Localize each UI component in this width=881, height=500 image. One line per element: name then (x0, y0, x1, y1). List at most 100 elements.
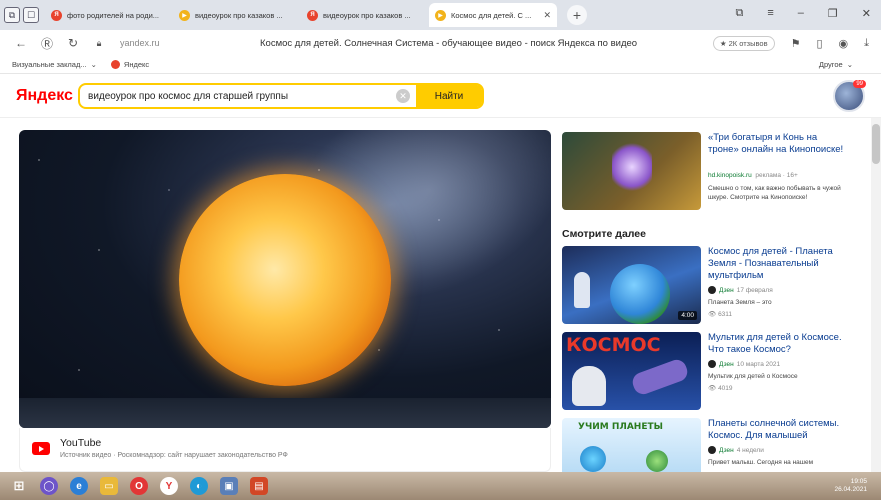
page-title[interactable]: Космос для детей. Солнечная Система - об… (250, 38, 713, 49)
zen-icon (708, 360, 716, 368)
extension-icon[interactable]: ◉ (839, 37, 849, 50)
clock-time: 19:05 (850, 478, 867, 485)
bookmark-visual[interactable]: Визуальные заклад... ⌄ (12, 60, 97, 69)
bookmark-label: Визуальные заклад... (12, 60, 87, 69)
bookmark-label: Яндекс (123, 60, 150, 69)
chevron-down-icon: ⌄ (90, 60, 97, 69)
tab-1[interactable]: Я фото родителей на роди... (45, 3, 169, 27)
video-channel: Дзен 4 недели (708, 446, 764, 454)
cortana-icon[interactable]: ◯ (40, 477, 58, 495)
bookmark-icon[interactable]: ⚑ (791, 37, 801, 50)
address-tools: ⚑ ▯ ◉ ⤓ (791, 37, 869, 50)
search-button[interactable]: Найти (416, 85, 482, 107)
reviews-badge[interactable]: ★ 2К отзывов (712, 35, 775, 51)
video-date: 4 недели (736, 446, 764, 454)
ad-domain[interactable]: hd.kinopoisk.ru (708, 172, 752, 179)
scrollbar-thumb[interactable] (872, 124, 880, 164)
source-note: Источник видео · Роскомнадзор: сайт нару… (60, 452, 288, 459)
tab-list-icon[interactable]: ⧉ (4, 7, 20, 23)
new-tab-button[interactable]: + (567, 5, 587, 25)
yandex-logo[interactable]: Яндекс (16, 87, 73, 105)
search-header: Яндекс ✕ Найти 99 (0, 74, 881, 118)
zen-icon (708, 286, 716, 294)
channel-name[interactable]: Дзен (719, 361, 734, 368)
video-views: 👁︎ 4019 (708, 385, 733, 392)
astronaut-image (572, 366, 606, 406)
ad-title[interactable]: «Три богатыря и Конь на троне» онлайн на… (708, 132, 848, 156)
source-name[interactable]: YouTube (60, 437, 101, 449)
tab-title: видеоурок про казаков ... (195, 10, 283, 20)
view-count: 6311 (718, 311, 733, 318)
tab-title: видеоурок про казаков ... (323, 10, 411, 20)
tab-3[interactable]: Я видеоурок про казаков ... (301, 3, 425, 27)
bookmarks-bar: Визуальные заклад... ⌄ Яндекс Другое ⌄ (0, 56, 881, 74)
edge-icon[interactable]: e (70, 477, 88, 495)
video-description: Планета Земля – это (708, 299, 772, 306)
windows-taskbar: ⊞ ◯ e ▭ O Y ◐ ▣ ▤ 19:05 26.04.2021 (0, 472, 881, 500)
ad-thumbnail[interactable] (562, 132, 701, 210)
tab-favicon-icon: ▶ (435, 9, 446, 21)
yandex-favicon-icon (110, 60, 120, 69)
search-input[interactable] (80, 90, 396, 102)
youtube-icon[interactable] (32, 442, 50, 455)
logo-text: Яндекс (16, 87, 73, 104)
video-thumbnail[interactable]: УЧИМ ПЛАНЕТЫ (562, 418, 701, 472)
url-host[interactable]: yandex.ru (120, 38, 250, 48)
tab-favicon-icon: ▶ (179, 9, 190, 21)
video-title[interactable]: Мультик для детей о Космосе. Что такое К… (708, 332, 856, 356)
video-player[interactable] (19, 130, 551, 428)
minimize-icon[interactable]: ‒ (798, 7, 804, 20)
ad-meta: hd.kinopoisk.ru реклама · 16+ (708, 172, 798, 179)
sun-image (179, 174, 391, 386)
ad-label: реклама · 16+ (755, 172, 798, 179)
search-box: ✕ Найти (78, 83, 484, 109)
back-icon[interactable]: ← (12, 36, 30, 50)
video-description: Привет малыш. Сегодня на нашем (708, 459, 814, 466)
lock-icon: 🔒︎ (96, 37, 102, 48)
yandex-home-icon[interactable]: Ⓡ (38, 35, 56, 52)
duration-badge: 4:00 (678, 311, 697, 320)
list-item[interactable]: КОСМОС Мультик для детей о Космосе. Что … (562, 332, 857, 412)
store-icon[interactable]: ▣ (220, 477, 238, 495)
bookmark-manager-icon[interactable]: ⧉ (736, 7, 744, 20)
ad-block[interactable]: «Три богатыря и Конь на троне» онлайн на… (562, 132, 852, 216)
avatar[interactable]: 99 (833, 80, 866, 112)
video-thumbnail[interactable]: 4:00 (562, 246, 701, 324)
bookmark-other[interactable]: Другое ⌄ (819, 60, 853, 69)
video-thumbnail[interactable]: КОСМОС (562, 332, 701, 410)
download-icon[interactable]: ⤓ (864, 37, 869, 50)
video-title[interactable]: Космос для детей - Планета Земля - Позна… (708, 246, 856, 282)
notification-badge: 99 (853, 80, 866, 88)
presentation-icon[interactable]: ▤ (250, 477, 268, 495)
tab-2[interactable]: ▶ видеоурок про казаков ... (173, 3, 297, 27)
channel-name[interactable]: Дзен (719, 447, 734, 454)
channel-name[interactable]: Дзен (719, 287, 734, 294)
close-tab-icon[interactable]: ✕ (543, 10, 551, 21)
system-tray-clock[interactable]: 19:05 26.04.2021 (834, 478, 867, 494)
clear-icon[interactable]: ✕ (396, 89, 410, 103)
planet-image (646, 450, 668, 472)
browser-icon[interactable]: ◐ (190, 477, 208, 495)
bookmark-yandex[interactable]: Яндекс (110, 60, 150, 69)
yandex-browser-icon[interactable]: Y (160, 477, 178, 495)
menu-icon[interactable]: ≡ (767, 7, 773, 20)
file-explorer-icon[interactable]: ▭ (100, 477, 118, 495)
video-channel: Дзен 17 февраля (708, 286, 773, 294)
close-window-icon[interactable]: ✕ (862, 7, 871, 20)
ad-description: Смешно о том, как важно побывать в чужой… (708, 185, 841, 201)
tab-title: фото родителей на роди... (67, 10, 160, 20)
rocket-image (629, 357, 691, 397)
opera-icon[interactable]: O (130, 477, 148, 495)
page-scrollbar[interactable] (871, 118, 881, 472)
video-views: 👁︎ 6311 (708, 311, 733, 318)
windows-start-icon[interactable]: ⊞ (10, 477, 28, 495)
video-title[interactable]: Планеты солнечной системы. Космос. Для м… (708, 418, 856, 442)
video-date: 10 марта 2021 (736, 360, 781, 368)
list-item[interactable]: 4:00 Космос для детей - Планета Земля - … (562, 246, 857, 326)
restore-icon[interactable]: ❐ (828, 7, 838, 20)
rocket-image (574, 272, 590, 308)
reader-icon[interactable]: ▯ (816, 37, 822, 50)
tab-active[interactable]: ▶ Космос для детей. С ... ✕ (429, 3, 557, 27)
reload-icon[interactable]: ↻ (64, 36, 82, 50)
collections-icon[interactable]: ☐ (23, 7, 39, 23)
